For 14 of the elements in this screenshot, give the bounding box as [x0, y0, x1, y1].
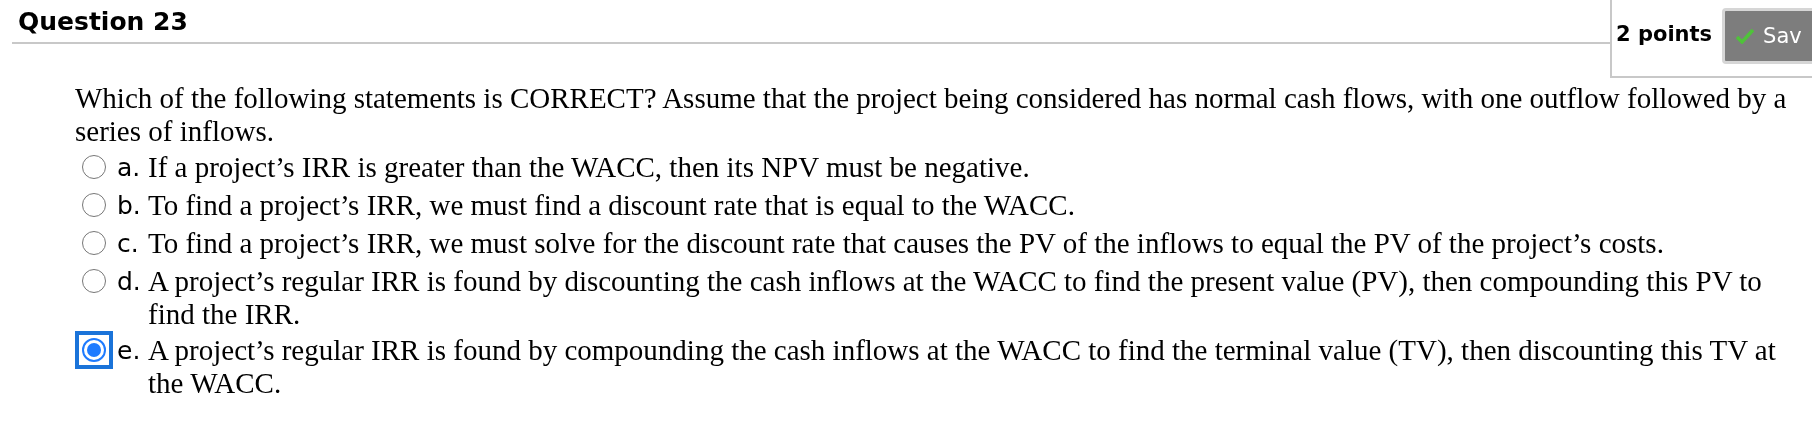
save-button[interactable]: Sav [1722, 8, 1812, 64]
option-letter: c. [117, 228, 140, 260]
option-letter: e. [117, 335, 142, 367]
option-letter: d. [117, 266, 142, 298]
option-text: A project’s regular IRR is found by discounting the cash inflows at the WACC to find the present value (PV), then compounding this PV to find the IRR. [148, 265, 1763, 331]
option-text: To find a project’s IRR, we must solve for the discount rate that causes the PV of the inflows to equal the PV of the project’s costs. [148, 227, 1665, 260]
points-label: 2 points [1616, 22, 1713, 46]
option-text: If a project’s IRR is greater than the WACC, then its NPV must be negative. [148, 151, 1031, 184]
question-text: Which of the following statements is CORRECT? Assume that the project being considered has normal cash flows, with one outflow followed by a series of inflows. [75, 82, 1788, 148]
question-title: Question 23 [18, 6, 188, 36]
option-text: A project’s regular IRR is found by compounding the cash inflows at the WACC to find the terminal value (TV), then discounting this TV at the WACC. [148, 334, 1777, 400]
option-letter: b. [117, 190, 142, 222]
option-text: To find a project’s IRR, we must find a discount rate that is equal to the WACC. [148, 189, 1076, 222]
option-letter: a. [117, 152, 142, 184]
